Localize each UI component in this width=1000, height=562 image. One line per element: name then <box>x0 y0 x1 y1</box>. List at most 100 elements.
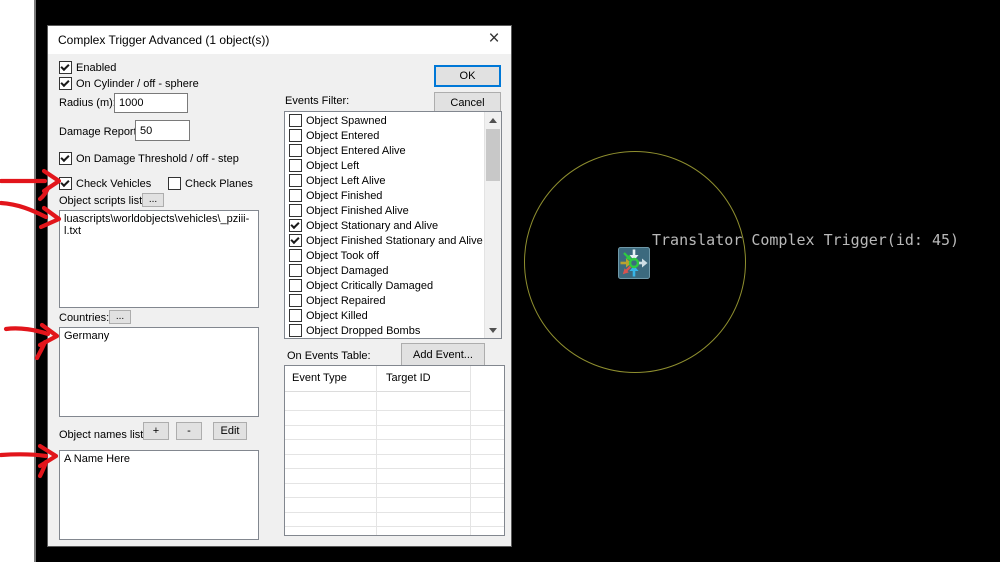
events-filter-scrollbar[interactable] <box>484 112 501 338</box>
events-filter-item[interactable]: Object Left Alive <box>285 173 484 188</box>
events-table-row <box>285 468 504 469</box>
object-names-item[interactable]: A Name Here <box>64 453 254 465</box>
table-header-divider <box>285 391 471 392</box>
checkbox-icon[interactable] <box>59 177 72 190</box>
check-planes-label: Check Planes <box>185 177 253 190</box>
checkbox-icon[interactable] <box>59 152 72 165</box>
on-events-table-label: On Events Table: <box>287 350 371 362</box>
add-event-button[interactable]: Add Event... <box>401 343 485 366</box>
checkbox-icon[interactable] <box>289 114 302 127</box>
checkbox-icon[interactable] <box>289 279 302 292</box>
events-table-row <box>285 453 504 455</box>
checkbox-icon[interactable] <box>289 309 302 322</box>
events-table-row <box>285 424 504 426</box>
object-scripts-browse-button[interactable]: ... <box>142 193 164 207</box>
events-table-col-event-type[interactable]: Event Type <box>292 372 347 384</box>
events-filter-item-label: Object Took off <box>306 249 379 262</box>
enabled-checkbox[interactable]: Enabled <box>59 61 116 74</box>
object-names-label: Object names list: <box>59 429 147 441</box>
events-filter-rows: Object Spawned Object Entered Object Enter… <box>285 113 484 338</box>
object-names-remove-button[interactable]: - <box>176 422 202 440</box>
enabled-label: Enabled <box>76 61 117 74</box>
object-names-add-button[interactable]: + <box>143 422 169 440</box>
events-filter-item[interactable]: Object Spawned <box>285 113 484 128</box>
events-filter-item-label: Object Entered Alive <box>306 144 406 157</box>
radius-input[interactable] <box>114 93 188 113</box>
countries-item[interactable]: Germany <box>64 330 254 342</box>
translator-trigger-icon[interactable] <box>618 247 650 279</box>
events-filter-item[interactable]: Object Finished Stationary and Alive <box>285 233 484 248</box>
cancel-button[interactable]: Cancel <box>434 92 501 113</box>
events-filter-item[interactable]: Object Finished <box>285 188 484 203</box>
table-column-divider <box>470 366 471 535</box>
events-filter-item-label: Object Damaged <box>306 264 389 277</box>
check-planes-checkbox[interactable]: Check Planes <box>168 177 253 190</box>
object-scripts-label: Object scripts list <box>59 195 143 207</box>
events-filter-item[interactable]: Object Damaged <box>285 263 484 278</box>
object-scripts-listbox[interactable]: luascripts\worldobjects\vehicles\_pziii-… <box>59 210 259 308</box>
checkbox-icon[interactable] <box>289 294 302 307</box>
events-filter-item[interactable]: Object Left <box>285 158 484 173</box>
radius-label: Radius (m): <box>59 97 116 109</box>
checkbox-icon[interactable] <box>289 249 302 262</box>
events-filter-item[interactable]: Object Critically Damaged <box>285 278 484 293</box>
events-filter-label: Events Filter: <box>285 95 350 107</box>
events-filter-item[interactable]: Object Killed <box>285 308 484 323</box>
checkbox-icon[interactable] <box>289 204 302 217</box>
checkbox-icon[interactable] <box>289 234 302 247</box>
events-filter-item[interactable]: Object Finished Alive <box>285 203 484 218</box>
events-filter-list[interactable]: Object Spawned Object Entered Object Enter… <box>284 111 502 339</box>
cylinder-checkbox[interactable]: On Cylinder / off - sphere <box>59 77 199 90</box>
damage-report-input[interactable] <box>135 120 190 141</box>
events-filter-item-label: Object Spawned <box>306 114 387 127</box>
events-filter-item-label: Object Dropped Bombs <box>306 324 421 337</box>
checkbox-icon[interactable] <box>289 144 302 157</box>
events-filter-item-label: Object Left <box>306 159 360 172</box>
damage-threshold-checkbox[interactable]: On Damage Threshold / off - step <box>59 152 239 165</box>
events-filter-item[interactable]: Object Entered Alive <box>285 143 484 158</box>
checkbox-icon[interactable] <box>289 159 302 172</box>
events-filter-item[interactable]: Object Entered <box>285 128 484 143</box>
checkbox-icon[interactable] <box>289 219 302 232</box>
events-table[interactable]: Event Type Target ID <box>284 365 505 536</box>
events-filter-item-label: Object Critically Damaged <box>306 279 434 292</box>
events-filter-item[interactable]: Object Stationary and Alive <box>285 218 484 233</box>
countries-browse-button[interactable]: ... <box>109 310 131 324</box>
events-table-row <box>285 526 504 527</box>
events-table-row <box>285 511 504 513</box>
events-filter-item[interactable]: Object Took off <box>285 248 484 263</box>
object-names-listbox[interactable]: A Name Here <box>59 450 259 540</box>
events-table-row <box>285 497 504 498</box>
scroll-down-icon[interactable] <box>485 322 501 338</box>
checkbox-icon[interactable] <box>168 177 181 190</box>
events-table-col-target-id[interactable]: Target ID <box>386 372 431 384</box>
object-scripts-item[interactable]: luascripts\worldobjects\vehicles\_pziii-… <box>64 213 254 237</box>
object-names-edit-button[interactable]: Edit <box>213 422 247 440</box>
events-filter-item[interactable]: Object Dropped Bombs <box>285 323 484 338</box>
events-filter-item-label: Object Finished Alive <box>306 204 409 217</box>
checkbox-icon[interactable] <box>289 129 302 142</box>
check-vehicles-checkbox[interactable]: Check Vehicles <box>59 177 151 190</box>
events-table-row <box>285 439 504 440</box>
screenshot-root: Complex Trigger Advanced (1 object(s)) ×… <box>0 0 1000 562</box>
checkbox-icon[interactable] <box>289 264 302 277</box>
checkbox-icon[interactable] <box>59 61 72 74</box>
checkbox-icon[interactable] <box>289 174 302 187</box>
events-filter-item[interactable]: Object Repaired <box>285 293 484 308</box>
events-table-row <box>285 482 504 484</box>
cylinder-label: On Cylinder / off - sphere <box>76 77 199 90</box>
checkbox-icon[interactable] <box>289 324 302 337</box>
close-icon[interactable]: × <box>485 28 503 50</box>
checkbox-icon[interactable] <box>59 77 72 90</box>
scrollbar-thumb[interactable] <box>486 129 500 181</box>
scroll-up-icon[interactable] <box>485 112 501 128</box>
events-filter-item-label: Object Stationary and Alive <box>306 219 439 232</box>
checkbox-icon[interactable] <box>289 189 302 202</box>
countries-label: Countries: <box>59 312 110 324</box>
ok-button[interactable]: OK <box>434 65 501 87</box>
countries-listbox[interactable]: Germany <box>59 327 259 417</box>
dialog-titlebar[interactable]: Complex Trigger Advanced (1 object(s)) × <box>48 26 511 54</box>
complex-trigger-dialog: Complex Trigger Advanced (1 object(s)) ×… <box>47 25 512 547</box>
events-filter-item-label: Object Finished <box>306 189 383 202</box>
events-filter-item-label: Object Killed <box>306 309 368 322</box>
